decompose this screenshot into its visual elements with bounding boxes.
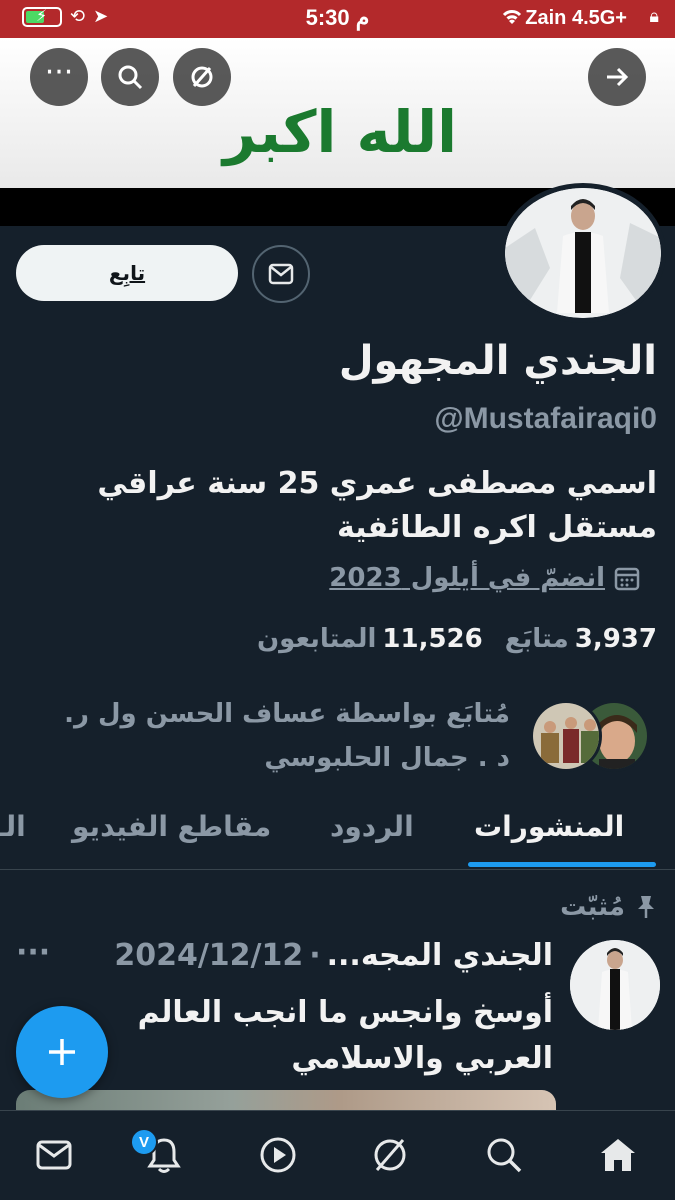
joined-date: انضمّ في أيلول 2023 bbox=[329, 563, 641, 593]
wifi-icon bbox=[499, 6, 525, 31]
post-header: الجندي المجه...·2024/12/12 bbox=[114, 938, 553, 973]
profile-name: الجندي المجهول bbox=[338, 338, 657, 384]
tab-indicator bbox=[468, 862, 656, 867]
carrier-label: Zain 4.5G+ bbox=[525, 7, 627, 29]
profile-avatar[interactable] bbox=[500, 183, 666, 323]
tab-more[interactable]: الـ bbox=[0, 810, 26, 843]
back-button[interactable] bbox=[588, 48, 646, 106]
banner-text: الله اكبر bbox=[222, 98, 458, 166]
more-icon: ··· bbox=[44, 55, 74, 90]
following-count: 3,937 bbox=[574, 624, 657, 654]
calendar-icon bbox=[614, 567, 640, 591]
post-date[interactable]: 2024/12/12 bbox=[114, 938, 303, 973]
plus-icon bbox=[49, 1039, 75, 1065]
follower-avatar[interactable] bbox=[530, 700, 602, 772]
post-author-name[interactable]: الجندي المجه... bbox=[327, 938, 553, 973]
nav-video[interactable] bbox=[256, 1133, 300, 1177]
search-button[interactable] bbox=[101, 48, 159, 106]
followed-by-line: د . جمال الحلبوسي bbox=[264, 743, 510, 773]
followed-by-line: مُتابَع بواسطة عساف الحسن ول ر. bbox=[64, 699, 510, 729]
profile-stats: 3,937متابَع 11,526المتابعون bbox=[257, 624, 657, 654]
profile-bio: اسمي مصطفى عمري 25 سنة عراقي مستقل اكره … bbox=[17, 462, 657, 550]
bottom-nav bbox=[0, 1110, 675, 1200]
followers-count: 11,526 bbox=[382, 624, 483, 654]
nav-grok[interactable] bbox=[368, 1133, 412, 1177]
followed-by-text[interactable]: مُتابَع بواسطة عساف الحسن ول ر. د . جمال… bbox=[30, 692, 510, 780]
notification-badge: V bbox=[130, 1128, 158, 1156]
bio-line: مستقل اكره الطائفية bbox=[336, 510, 657, 545]
lock-icon: 🔒︎ bbox=[649, 6, 659, 27]
joined-label: انضمّ في أيلول 2023 bbox=[329, 563, 605, 593]
profile-handle: @Mustafairaqi0 bbox=[434, 402, 657, 435]
followers-link[interactable]: 11,526المتابعون bbox=[257, 624, 483, 654]
post-author-avatar[interactable] bbox=[570, 940, 660, 1030]
follow-button[interactable]: تابِع bbox=[16, 245, 238, 301]
pinned-label: مُثبّت bbox=[560, 892, 625, 922]
profile-tabs: المنشورات الردود مقاطع الفيديو الـ bbox=[0, 800, 675, 870]
post-more-button[interactable]: ··· bbox=[16, 935, 50, 970]
post-text[interactable]: أوسخ وانجس ما انجب العالم العربي والاسلا… bbox=[53, 990, 553, 1082]
search-icon bbox=[118, 65, 143, 90]
followers-label: المتابعون bbox=[256, 624, 377, 654]
more-options-button[interactable]: ··· bbox=[30, 48, 88, 106]
following-label: متابَع bbox=[504, 624, 569, 654]
status-bar: ⚡ ⟲ ➤ 5:30 م Zain 4.5G+ 🔒︎ bbox=[0, 0, 675, 38]
mail-icon bbox=[268, 263, 294, 285]
tab-posts[interactable]: المنشورات bbox=[474, 810, 624, 843]
nav-search[interactable] bbox=[482, 1133, 526, 1177]
mail-icon bbox=[36, 1140, 72, 1170]
nav-home[interactable] bbox=[596, 1133, 640, 1177]
compose-button[interactable] bbox=[16, 1006, 108, 1098]
home-icon bbox=[601, 1139, 635, 1171]
grok-button[interactable] bbox=[173, 48, 231, 106]
grok-icon bbox=[374, 1139, 406, 1171]
bio-line: اسمي مصطفى عمري 25 سنة عراقي bbox=[97, 466, 657, 501]
message-button[interactable] bbox=[252, 245, 310, 303]
pin-icon bbox=[633, 893, 659, 923]
nav-messages[interactable] bbox=[32, 1133, 76, 1177]
search-icon bbox=[487, 1138, 522, 1173]
following-link[interactable]: 3,937متابَع bbox=[505, 624, 657, 654]
tab-replies[interactable]: الردود bbox=[330, 810, 414, 843]
separator-dot: · bbox=[309, 938, 321, 973]
play-icon bbox=[260, 1137, 296, 1173]
profile-banner: الله اكبر bbox=[0, 38, 675, 188]
tab-videos[interactable]: مقاطع الفيديو bbox=[72, 810, 271, 843]
grok-icon bbox=[191, 66, 213, 88]
arrow-right-icon bbox=[607, 67, 629, 87]
